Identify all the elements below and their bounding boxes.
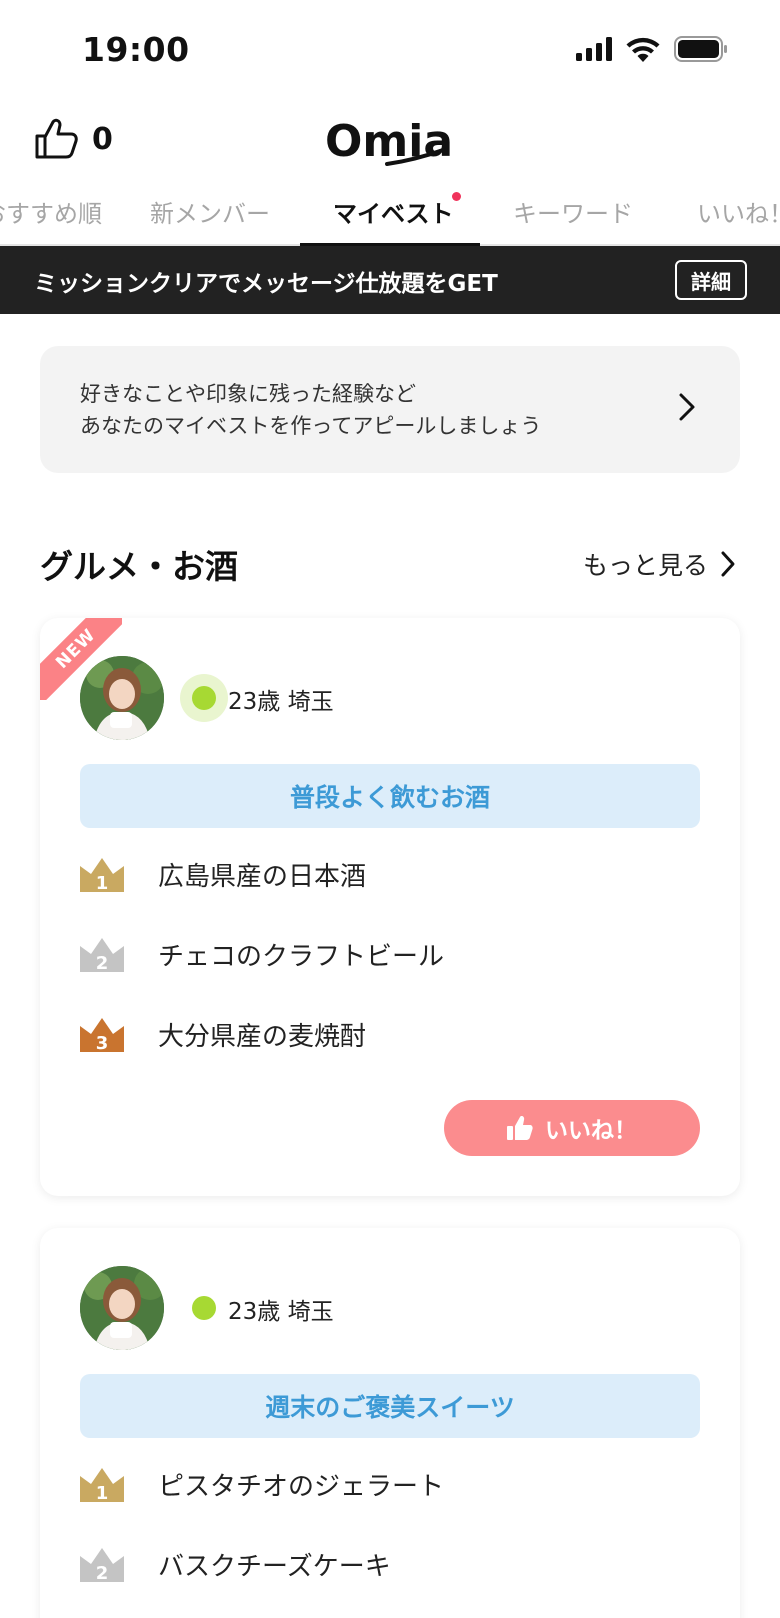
like-count-value: 0	[92, 121, 113, 157]
prompt-text: 好きなことや印象に残った経験など あなたのマイベストを作ってアピールしましょう	[80, 378, 541, 442]
see-more-label: もっと見る	[582, 551, 708, 580]
tab-keyword[interactable]: キーワード	[513, 194, 633, 229]
rank-number: 1	[96, 873, 109, 892]
banner-detail-button[interactable]: 詳細	[675, 260, 747, 300]
received-likes[interactable]: 0	[34, 118, 113, 160]
online-status	[180, 1284, 228, 1332]
rank-number: 3	[96, 1033, 109, 1052]
rank-item-1: 1 広島県産の日本酒	[80, 856, 366, 893]
app-header: 0 Omiai	[0, 100, 780, 180]
tab-new-members[interactable]: 新メンバー	[150, 194, 270, 229]
bronze-crown-icon: 3	[80, 1017, 124, 1052]
gold-crown-icon: 1	[80, 1467, 124, 1502]
chevron-right-icon	[721, 551, 735, 577]
rank-item-1: 1 ピスタチオのジェラート	[80, 1466, 444, 1503]
thumbs-up-icon	[507, 1116, 533, 1140]
create-my-best-prompt[interactable]: 好きなことや印象に残った経験など あなたのマイベストを作ってアピールしましょう	[40, 346, 740, 473]
logo-text: Omiai	[325, 116, 455, 167]
silver-crown-icon: 2	[80, 1547, 124, 1582]
my-best-topic: 普段よく飲むお酒	[80, 764, 700, 828]
tab-likes[interactable]: いいね！	[697, 194, 780, 229]
rank-text: ピスタチオのジェラート	[158, 1472, 445, 1502]
prompt-line-2: あなたのマイベストを作ってアピールしましょう	[80, 414, 542, 438]
status-bar: 19:00	[0, 0, 780, 100]
online-dot	[192, 686, 216, 710]
chevron-right-icon	[679, 393, 695, 421]
section-title: グルメ・お酒	[40, 547, 238, 586]
rank-text: バスクチーズケーキ	[158, 1552, 391, 1582]
rank-text: チェコのクラフトビール	[158, 942, 445, 972]
wifi-icon	[626, 37, 660, 62]
rank-number: 2	[96, 953, 109, 972]
online-status	[180, 674, 228, 722]
rank-item-2: 2 バスクチーズケーキ	[80, 1546, 391, 1583]
mission-banner[interactable]: ミッションクリアでメッセージ仕放題をGET 詳細	[0, 246, 780, 314]
like-button[interactable]: いいね！	[444, 1100, 700, 1156]
tab-notification-dot	[452, 192, 461, 201]
battery-icon	[674, 36, 727, 62]
silver-crown-icon: 2	[80, 937, 124, 972]
rank-item-3: 3 大分県産の麦焼酎	[80, 1016, 366, 1053]
user-age-location: 23歳 埼玉	[228, 1299, 334, 1325]
rank-number: 1	[96, 1483, 109, 1502]
user-age-location: 23歳 埼玉	[228, 689, 334, 715]
status-icons	[576, 36, 728, 62]
my-best-topic: 週末のご褒美スイーツ	[80, 1374, 700, 1438]
banner-text: ミッションクリアでメッセージ仕放題をGET	[34, 271, 498, 297]
rank-text: 大分県産の麦焼酎	[158, 1022, 367, 1052]
tab-bar: おすすめ順 新メンバー マイベスト キーワード いいね！	[0, 184, 780, 246]
avatar[interactable]	[80, 1266, 164, 1350]
see-more-link[interactable]: もっと見る	[583, 546, 736, 582]
cellular-signal-icon	[576, 37, 612, 61]
my-best-card[interactable]: 23歳 埼玉 週末のご褒美スイーツ 1 ピスタチオのジェラート 2 バスクチーズ…	[40, 1228, 740, 1618]
thumbs-up-icon	[35, 118, 78, 159]
prompt-line-1: 好きなことや印象に残った経験など	[80, 382, 416, 406]
my-best-card[interactable]: NEW 23歳 埼玉 普段よく飲むお酒 1 広島県産の日本酒 2 チェコのクラフ…	[40, 618, 740, 1196]
avatar[interactable]	[80, 656, 164, 740]
like-button-label: いいね！	[545, 1118, 637, 1144]
tab-recommended[interactable]: おすすめ順	[0, 194, 102, 229]
rank-text: 広島県産の日本酒	[158, 862, 367, 892]
rank-item-2: 2 チェコのクラフトビール	[80, 936, 444, 973]
omiai-logo: Omiai	[325, 110, 468, 172]
status-time: 19:00	[82, 30, 190, 69]
gold-crown-icon: 1	[80, 857, 124, 892]
rank-number: 2	[96, 1563, 109, 1582]
online-dot	[192, 1296, 216, 1320]
tab-my-best[interactable]: マイベスト	[333, 194, 453, 229]
